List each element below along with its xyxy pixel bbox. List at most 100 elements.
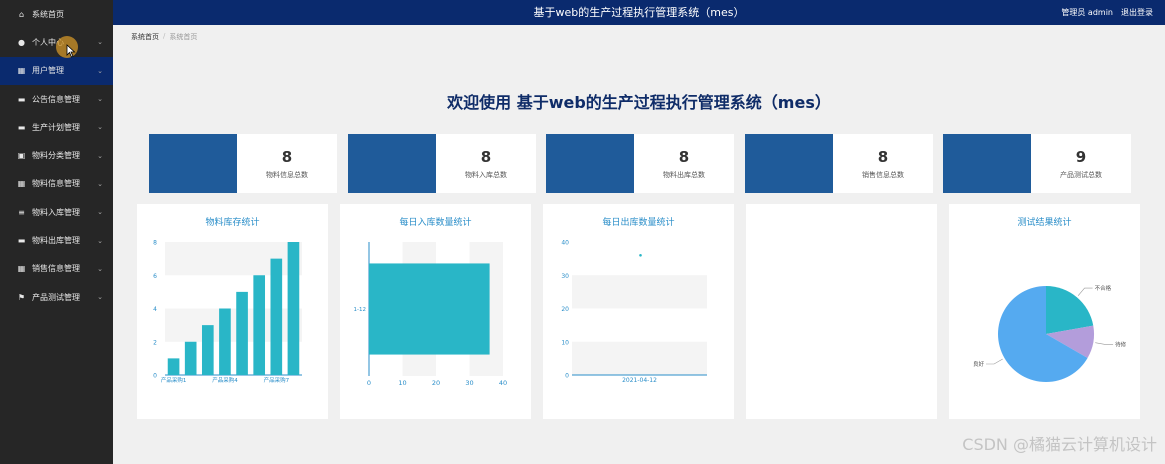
monitor-icon: ▬: [17, 122, 26, 132]
x-tick-label: 产品采购4: [212, 376, 238, 384]
sidebar-item-label: 销售信息管理: [32, 264, 80, 274]
material-stock-chart: 物料库存统计 0 2 4 6 8 产品采购1 产品采购4 产品采购7: [137, 204, 328, 419]
sidebar-item-label: 物料信息管理: [32, 179, 80, 189]
sidebar-item-label: 物料出库管理: [32, 236, 80, 246]
sidebar-item[interactable]: ▦ 销售信息管理 ⌄: [0, 255, 113, 283]
chevron-down-icon[interactable]: ⌄: [97, 237, 103, 245]
x-tick-label: 30: [465, 379, 473, 387]
y-tick-label: 4: [153, 306, 157, 313]
grid-icon: ▦: [17, 66, 26, 76]
pie-label-line: [1095, 342, 1114, 345]
flag-icon: ⚑: [17, 292, 26, 302]
scatter-point: [639, 254, 642, 257]
sidebar-item-label: 用户管理: [32, 66, 64, 76]
y-tick-label: 20: [561, 306, 569, 313]
x-tick-label: 20: [432, 379, 440, 387]
sidebar-item-label: 个人中心: [32, 37, 64, 47]
grid-icon: ▦: [17, 179, 26, 189]
y-tick-label: 0: [153, 373, 157, 380]
y-tick-label: 30: [561, 273, 569, 280]
stat-label: 销售信息总数: [862, 170, 904, 179]
breadcrumb-home[interactable]: 系统首页: [131, 32, 159, 42]
chevron-down-icon[interactable]: ⌄: [97, 152, 103, 160]
sidebar-item-label: 系统首页: [32, 9, 64, 19]
sidebar-item-label: 公告信息管理: [32, 94, 80, 104]
watermark: CSDN @橘猫云计算机设计: [962, 435, 1157, 454]
bar: [167, 358, 180, 375]
y-tick-label: 0: [565, 373, 569, 380]
stat-value: 8: [281, 147, 293, 166]
grid-icon: ▦: [17, 264, 26, 274]
sidebar-item[interactable]: ⌂ 系统首页: [0, 0, 113, 28]
box-icon: ▬: [17, 236, 26, 246]
pie-label: 待修: [1115, 340, 1127, 348]
chevron-down-icon[interactable]: ⌄: [97, 38, 103, 46]
sidebar-item[interactable]: ▬ 生产计划管理 ⌄: [0, 113, 113, 141]
bar: [201, 325, 214, 375]
bar: [219, 308, 231, 375]
grid-band: [572, 275, 707, 309]
grid-band: [572, 341, 707, 375]
stat-card: 8 物料入库总数: [348, 134, 536, 193]
chevron-down-icon[interactable]: ⌄: [97, 67, 103, 75]
stat-color-block: [943, 134, 1031, 193]
chevron-down-icon[interactable]: ⌄: [97, 123, 103, 131]
x-tick-label: 产品采购7: [264, 376, 290, 384]
chevron-down-icon[interactable]: ⌄: [97, 180, 103, 188]
chevron-down-icon[interactable]: ⌄: [97, 95, 103, 103]
stat-color-block: [348, 134, 436, 193]
bar: [184, 341, 197, 375]
breadcrumb-current: 系统首页: [169, 33, 198, 41]
list-icon: ≡: [18, 207, 25, 217]
x-tick-label: 0: [367, 379, 371, 387]
chevron-down-icon[interactable]: ⌄: [97, 265, 103, 273]
stat-card: 8 物料信息总数: [149, 134, 337, 193]
sidebar-item[interactable]: ⚑ 产品测试管理 ⌄: [0, 283, 113, 311]
sidebar: ⌂ 系统首页 ● 个人中心 ⌄ ▦ 用户管理 ⌄ ▬ 公告信息管理 ⌄ ▬ 生产计划管理 ⌄ ▣ 物料分类管理…: [0, 0, 113, 464]
sidebar-item[interactable]: ▦ 用户管理 ⌄: [0, 56, 113, 85]
sidebar-item-label: 产品测试管理: [32, 292, 80, 302]
bar: [236, 291, 248, 375]
pie-label-line: [986, 358, 1003, 365]
chevron-down-icon[interactable]: ⌄: [97, 208, 103, 216]
pie-label: 良好: [973, 360, 985, 368]
stat-value: 8: [480, 147, 492, 166]
test-result-pie-chart: 不合格待修良好: [973, 284, 1127, 382]
stat-label: 物料信息总数: [266, 170, 308, 179]
y-tick-label: 40: [561, 240, 569, 247]
stat-label: 物料入库总数: [465, 170, 507, 179]
x-tick-label: 产品采购1: [161, 376, 187, 384]
y-tick-label: 1-12: [354, 307, 366, 313]
pie-label-line: [1077, 287, 1093, 296]
daily-outbound-scatter-chart: 0 10 20 30 40 2021-04-12: [561, 240, 707, 384]
sidebar-item[interactable]: ≡ 物料入库管理 ⌄: [0, 198, 113, 226]
stat-value: 9: [1075, 147, 1087, 166]
y-tick-label: 10: [561, 339, 569, 346]
sidebar-item[interactable]: ▬ 公告信息管理 ⌄: [0, 85, 113, 113]
app-title: 基于web的生产过程执行管理系统（mes）: [533, 6, 745, 19]
sidebar-item-label: 生产计划管理: [32, 122, 80, 132]
logout-link[interactable]: 退出登录: [1121, 0, 1153, 25]
daily-outbound-chart: 每日出库数量统计 0 10 20 30 40 2021-04-12: [543, 204, 734, 419]
pie-slice: [1046, 286, 1094, 334]
home-icon: ⌂: [18, 9, 25, 19]
briefcase-icon: ▣: [17, 151, 26, 161]
y-tick-label: 6: [153, 273, 157, 280]
sidebar-item[interactable]: ▣ 物料分类管理 ⌄: [0, 141, 113, 169]
chevron-down-icon[interactable]: ⌄: [97, 293, 103, 301]
material-stock-bar-chart: 0 2 4 6 8 产品采购1 产品采购4 产品采购7: [153, 240, 302, 384]
monitor-icon: ▬: [17, 94, 26, 104]
x-tick-label: 2021-04-12: [622, 377, 657, 384]
sidebar-item[interactable]: ▬ 物料出库管理 ⌄: [0, 226, 113, 254]
stat-label: 物料出库总数: [663, 170, 705, 179]
x-tick-label: 40: [499, 379, 507, 387]
y-tick-label: 2: [153, 339, 157, 346]
welcome-heading: 欢迎使用 基于web的生产过程执行管理系统（mes）: [447, 93, 831, 112]
stat-card: 8 销售信息总数: [745, 134, 933, 193]
breadcrumb: 系统首页 / 系统首页: [131, 32, 197, 42]
sidebar-item[interactable]: ● 个人中心 ⌄: [0, 28, 113, 56]
x-tick-label: 10: [398, 379, 406, 387]
bar: [253, 275, 266, 375]
current-user: 管理员 admin: [1061, 8, 1113, 17]
sidebar-item[interactable]: ▦ 物料信息管理 ⌄: [0, 170, 113, 198]
